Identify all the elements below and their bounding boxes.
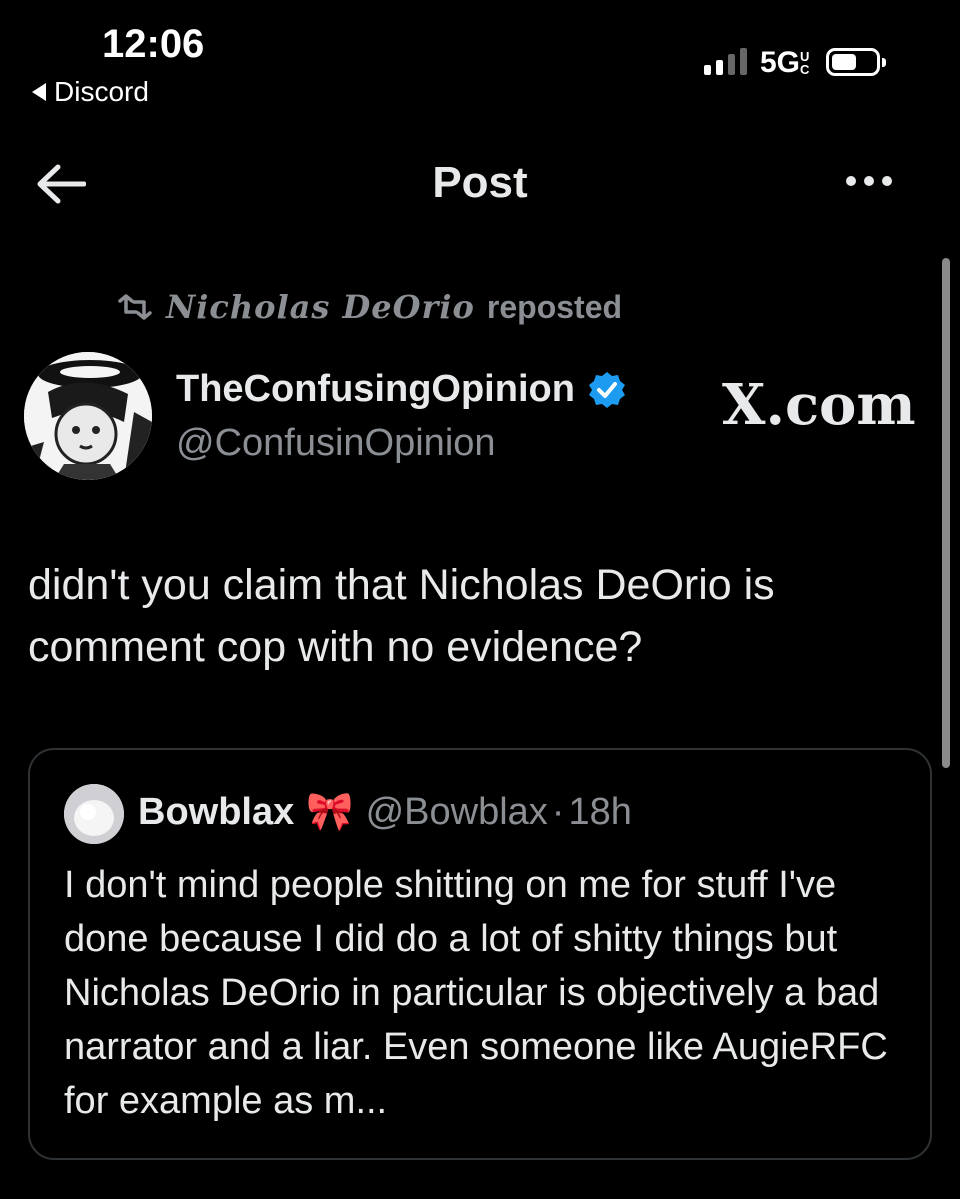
display-name[interactable]: TheConfusingOpinion [176,368,575,411]
verified-badge-icon [588,371,625,408]
status-time: 12:06 [102,22,205,66]
battery-icon [826,48,886,76]
avatar[interactable] [24,352,152,480]
network-indicator: 5GUC [760,46,814,80]
quote-time: 18h [568,790,632,833]
bow-emoji: 🎀 [306,791,354,833]
repost-context: Nicholas DeOrio reposted [116,288,622,326]
quote-handle[interactable]: @Bowblax [366,791,548,834]
back-triangle-icon [32,83,46,101]
quote-avatar[interactable] [64,784,124,844]
quote-display-name[interactable]: Bowblax [138,791,294,834]
post-text: didn't you claim that Nicholas DeOrio is… [28,561,775,671]
repost-user[interactable]: Nicholas DeOrio [166,288,475,326]
signal-strength-icon [704,48,747,75]
repost-label: reposted [486,288,623,325]
network-label: 5G [760,46,801,79]
back-to-app-link[interactable]: Discord [32,76,149,108]
page-title: Post [432,158,528,207]
x-watermark: X.com [722,372,916,438]
quote-header: Bowblax 🎀 @Bowblax · 18h [138,790,632,834]
more-horizontal-icon[interactable] [846,176,892,186]
post-author[interactable]: TheConfusingOpinion [176,368,627,411]
repost-icon [118,294,152,320]
network-suffix: UC [800,49,810,77]
quote-separator: · [551,790,565,833]
scrollbar[interactable] [942,258,950,768]
back-app-label: Discord [54,76,149,107]
author-handle[interactable]: @ConfusinOpinion [176,422,496,465]
quote-text: I don't mind people shitting on me for s… [64,864,888,1122]
